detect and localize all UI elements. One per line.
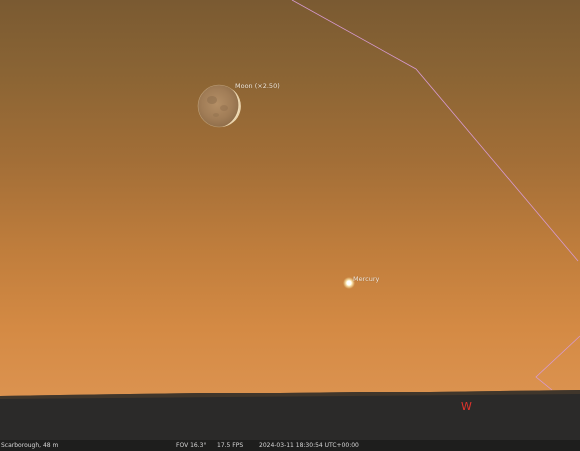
moon-icon[interactable] [197,84,241,128]
cardinal-west-label: W [461,400,472,413]
sky-overlay [0,0,580,451]
ecliptic-line [291,0,579,262]
status-fps: 17.5 FPS [217,442,244,449]
status-location[interactable]: Scarborough, 48 m [1,442,58,449]
status-datetime[interactable]: 2024-03-11 18:30:54 UTC+00:00 [259,442,359,449]
status-bar: Scarborough, 48 m FOV 16.3° 17.5 FPS 202… [0,440,580,451]
moon-label: Moon (×2.50) [235,82,280,90]
status-fov: FOV 16.3° [176,442,207,449]
stellarium-view[interactable]: Moon (×2.50) Mercury W Scarborough, 48 m… [0,0,580,451]
ecliptic-line-lower [535,335,580,391]
mercury-label: Mercury [353,275,380,283]
